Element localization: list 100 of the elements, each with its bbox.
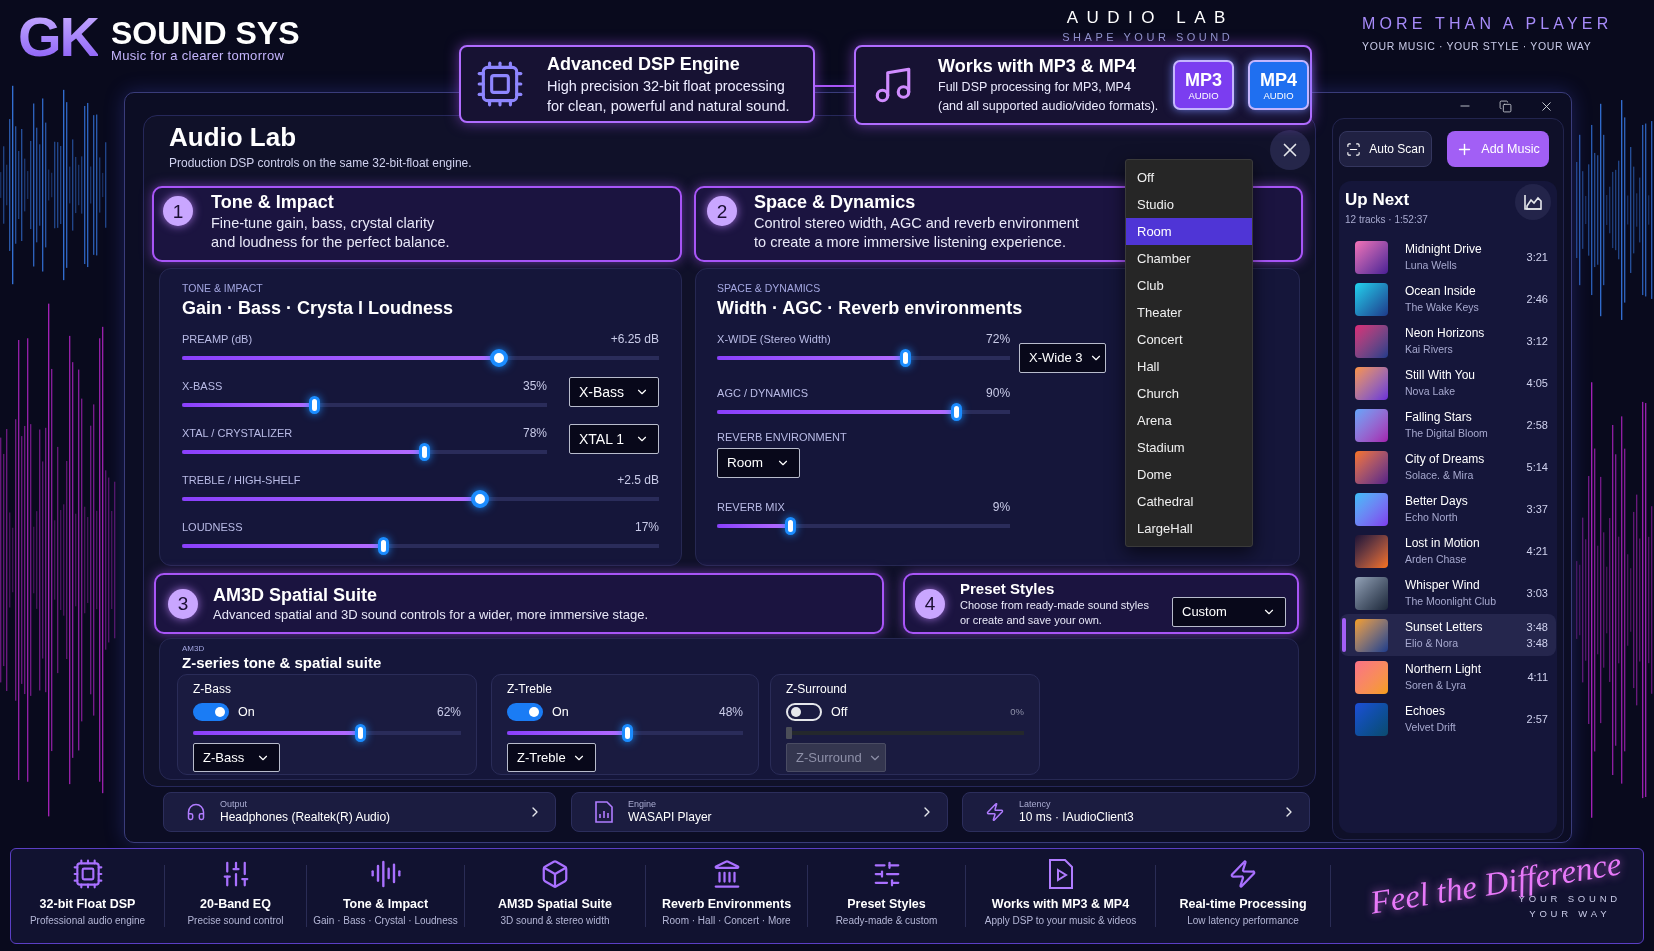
menu-item[interactable]: Hall <box>1126 353 1252 380</box>
step-number: 2 <box>707 196 738 226</box>
album-art <box>1355 282 1388 316</box>
toggle-switch[interactable] <box>507 703 543 721</box>
slider-thumb[interactable] <box>309 396 321 414</box>
panel-subtitle: Production DSP controls on the same 32-bit-float engine. <box>169 155 472 171</box>
section-description: Control stereo width, AGC and reverb environment to create a more immersive listening experience. <box>754 214 1079 252</box>
section-title: Preset Styles <box>960 579 1055 598</box>
menu-item[interactable]: Room <box>1126 218 1252 245</box>
track-title: Midnight Drive <box>1405 242 1482 257</box>
menu-item[interactable]: Off <box>1126 164 1252 191</box>
dropdown-select[interactable]: Z-Treble <box>507 743 596 772</box>
dropdown-select[interactable]: X-Bass <box>569 377 659 407</box>
track-row[interactable]: Midnight Drive Luna Wells 3:21 <box>1340 236 1556 278</box>
close-button[interactable] <box>1270 130 1310 170</box>
panel-title: Audio Lab <box>169 121 297 153</box>
control-reading: 35% <box>522 378 547 395</box>
menu-item[interactable]: Arena <box>1126 407 1252 434</box>
track-row[interactable]: Falling Stars The Digital Bloom 2:58 <box>1340 404 1556 446</box>
track-row[interactable]: Sunset Letters Elio & Nora 3:48 3:48 <box>1340 614 1556 656</box>
format-badge: MP4 AUDIO <box>1248 60 1309 110</box>
slider-thumb[interactable] <box>354 724 366 742</box>
track-row[interactable]: Ocean Inside The Wake Keys 2:46 <box>1340 278 1556 320</box>
menu-item[interactable]: Concert <box>1126 326 1252 353</box>
restore-icon[interactable] <box>1499 99 1512 113</box>
status-card[interactable]: Latency 10 ms · IAudioClient3 <box>962 792 1310 832</box>
track-artist: Solace. & Mira <box>1405 469 1474 482</box>
dropdown-select[interactable]: Z-Bass <box>193 743 280 772</box>
slider-thumb[interactable] <box>900 349 912 367</box>
track-row[interactable]: Better Days Echo North 3:37 <box>1340 488 1556 530</box>
section-description: Fine-tune gain, bass, crystal clarity and loudness for the perfect balance. <box>211 214 450 252</box>
slider-thumb[interactable] <box>784 517 796 535</box>
track-row[interactable]: Echoes Velvet Drift 2:57 <box>1340 698 1556 740</box>
control-label: REVERB ENVIRONMENT <box>717 430 847 444</box>
track-title: Sunset Letters <box>1405 620 1483 635</box>
menu-item[interactable]: Club <box>1126 272 1252 299</box>
header-title: AUDIO LAB <box>1065 8 1234 28</box>
tagline: Music for a clearer tomorrow <box>111 49 286 63</box>
action-button[interactable]: Add Music <box>1447 131 1549 167</box>
control-reading: 9% <box>992 499 1011 516</box>
track-row[interactable]: City of Dreams Solace. & Mira 5:14 <box>1340 446 1556 488</box>
feature-title: AM3D Spatial Suite <box>498 897 612 911</box>
dropdown-select[interactable]: Room <box>717 448 801 478</box>
section-title: Space & Dynamics <box>754 191 916 214</box>
menu-item[interactable]: Cathedral <box>1126 488 1252 515</box>
control-reading: 78% <box>522 425 547 442</box>
dropdown-select[interactable]: XTAL 1 <box>569 424 659 454</box>
file-play-icon <box>1047 859 1074 889</box>
menu-item[interactable]: Church <box>1126 380 1252 407</box>
format-badge: MP3 AUDIO <box>1173 60 1234 110</box>
slider-thumb[interactable] <box>419 443 431 461</box>
feature-title: Preset Styles <box>847 897 926 911</box>
track-artist: Soren & Lyra <box>1405 679 1466 692</box>
slogan-subtitle: YOUR MUSIC · YOUR STYLE · YOUR WAY <box>1362 40 1592 53</box>
track-row[interactable]: Whisper Wind The Moonlight Club 3:03 <box>1340 572 1556 614</box>
control-label: LOUDNESS <box>182 519 243 535</box>
feature-subtitle: Ready-made & custom <box>835 915 938 927</box>
dropdown-select[interactable]: Custom <box>1172 596 1286 627</box>
slider-thumb[interactable] <box>489 349 508 367</box>
track-row[interactable]: Still With You Nova Lake 4:05 <box>1340 362 1556 404</box>
album-art <box>1355 366 1388 400</box>
menu-item[interactable]: Dome <box>1126 461 1252 488</box>
status-label: Engine <box>628 799 657 810</box>
control-reading: 90% <box>986 385 1011 402</box>
album-art <box>1355 534 1388 568</box>
track-duration: 3:48 <box>1526 620 1548 634</box>
slider-thumb[interactable] <box>471 490 490 508</box>
app-title: SOUND SYS <box>111 17 300 49</box>
album-art <box>1355 324 1388 358</box>
track-title: Better Days <box>1405 494 1468 509</box>
track-title: Ocean Inside <box>1405 284 1476 299</box>
status-card[interactable]: Output Headphones (Realtek(R) Audio) <box>163 792 556 832</box>
action-button[interactable]: Auto Scan <box>1339 131 1432 167</box>
header-subtitle: SHAPE YOUR SOUND <box>1061 31 1234 44</box>
track-row[interactable]: Lost in Motion Arden Chase 4:21 <box>1340 530 1556 572</box>
module-name: Z-Surround <box>786 682 847 696</box>
feature-title: Tone & Impact <box>342 897 429 911</box>
panel-eyebrow: AM3D <box>182 644 205 654</box>
menu-item[interactable]: Stadium <box>1126 434 1252 461</box>
control-reading: 48% <box>718 704 743 721</box>
panel-heading: Width · AGC · Reverb environments <box>717 297 1023 319</box>
slider-thumb[interactable] <box>377 537 389 555</box>
lightning-icon <box>1228 859 1258 889</box>
up-next-title: Up Next <box>1345 189 1410 211</box>
track-row[interactable]: Northern Light Soren & Lyra 4:11 <box>1340 656 1556 698</box>
toggle-state: On <box>552 703 569 721</box>
chart-button[interactable] <box>1515 184 1551 220</box>
slider-thumb[interactable] <box>621 724 633 742</box>
control-label: XTAL / CRYSTALIZER <box>182 425 293 441</box>
menu-item[interactable]: LargeHall <box>1126 515 1252 542</box>
track-row[interactable]: Neon Horizons Kai Rivers 3:12 <box>1340 320 1556 362</box>
dropdown-select[interactable]: X-Wide 3 <box>1019 343 1107 373</box>
menu-item[interactable]: Studio <box>1126 191 1252 218</box>
status-card[interactable]: Engine WASAPI Player <box>571 792 948 832</box>
slider-thumb[interactable] <box>951 403 963 421</box>
control-label: AGC / DYNAMICS <box>717 385 809 401</box>
toggle-switch[interactable] <box>193 703 229 721</box>
panel-heading: Gain · Bass · Crysta l Loudness <box>182 297 454 319</box>
menu-item[interactable]: Theater <box>1126 299 1252 326</box>
menu-item[interactable]: Chamber <box>1126 245 1252 272</box>
